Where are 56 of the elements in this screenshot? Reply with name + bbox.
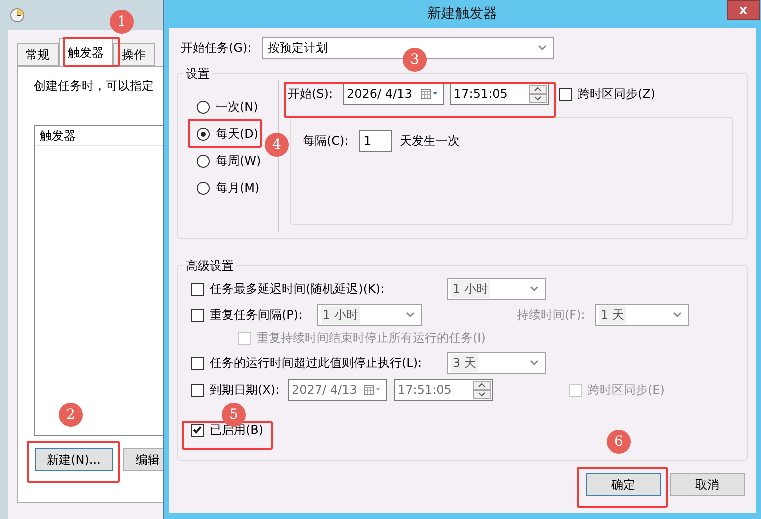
- window-title: 新建触发器: [428, 4, 498, 24]
- radio-label: 每周(W): [216, 153, 262, 170]
- tab[interactable]: 触发器: [59, 38, 113, 66]
- checkbox[interactable]: [191, 282, 204, 296]
- calendar-icon: [364, 385, 382, 395]
- checkbox[interactable]: [191, 384, 204, 396]
- radio-label: 一次(N): [216, 99, 258, 116]
- highlight-frame: [63, 37, 120, 67]
- dialog-button[interactable]: 确定: [586, 473, 661, 496]
- field-label: 开始任务(G):: [181, 40, 253, 57]
- clock-icon: [10, 8, 25, 22]
- checkbox[interactable]: [191, 424, 204, 436]
- tab[interactable]: 常规: [17, 43, 59, 66]
- chevron-down-icon: [673, 312, 682, 318]
- spin-arrows-icon: [529, 85, 547, 103]
- checkbox[interactable]: [559, 88, 572, 100]
- checkbox-label: 跨时区同步(Z): [578, 86, 656, 103]
- time-field[interactable]: 17:51:05: [394, 379, 493, 401]
- calendar-icon: [421, 89, 439, 99]
- date-field[interactable]: 2027/ 4/13: [288, 379, 387, 401]
- date-field[interactable]: 2026/ 4/13: [343, 83, 444, 105]
- dialog-button[interactable]: 取消: [670, 473, 745, 496]
- checkbox-label: 到期日期(X):: [210, 382, 281, 399]
- checkbox[interactable]: [191, 356, 204, 370]
- chevron-down-icon: [538, 45, 547, 51]
- radio-button[interactable]: [197, 128, 210, 140]
- description-text: 创建任务时，可以指定: [34, 78, 155, 95]
- dialog-button[interactable]: 新建(N)...: [35, 448, 113, 471]
- tab[interactable]: 操作: [113, 43, 155, 66]
- checkbox-label: 重复持续时间结束时停止所有运行的任务(I): [257, 330, 486, 347]
- checkbox-label: 重复任务间隔(P):: [210, 307, 304, 324]
- number-field[interactable]: 1: [359, 130, 392, 152]
- checkbox-label: 任务最多延迟时间(随机延迟)(K):: [210, 281, 386, 298]
- radio-button[interactable]: [197, 100, 210, 114]
- dropdown[interactable]: 1 天: [595, 304, 689, 326]
- dropdown[interactable]: 1 小时: [317, 304, 422, 326]
- checkbox-label: 任务的运行时间超过此值则停止执行(L):: [210, 355, 424, 372]
- spin-arrows-icon: [473, 381, 491, 399]
- checkbox[interactable]: [191, 308, 204, 322]
- chevron-down-icon: [530, 360, 539, 366]
- chevron-down-icon: [406, 312, 415, 318]
- radio-button[interactable]: [197, 182, 210, 194]
- time-field[interactable]: 17:51:05: [450, 83, 549, 105]
- checkbox-label: 跨时区同步(E): [588, 382, 665, 399]
- chevron-down-icon: [530, 286, 539, 292]
- field-label: 持续时间(F):: [517, 307, 586, 324]
- field-suffix: 天发生一次: [400, 133, 460, 150]
- dropdown[interactable]: 3 天: [447, 352, 546, 374]
- dropdown[interactable]: 1 小时: [447, 278, 546, 300]
- field-label: 开始(S):: [288, 86, 334, 103]
- field-label: 每隔(C):: [303, 133, 350, 150]
- radio-label: 每天(D): [216, 126, 259, 143]
- close-button[interactable]: x: [727, 0, 760, 20]
- checkmark-icon: [193, 426, 202, 434]
- radio-button[interactable]: [197, 154, 210, 168]
- radio-label: 每月(M): [216, 180, 260, 197]
